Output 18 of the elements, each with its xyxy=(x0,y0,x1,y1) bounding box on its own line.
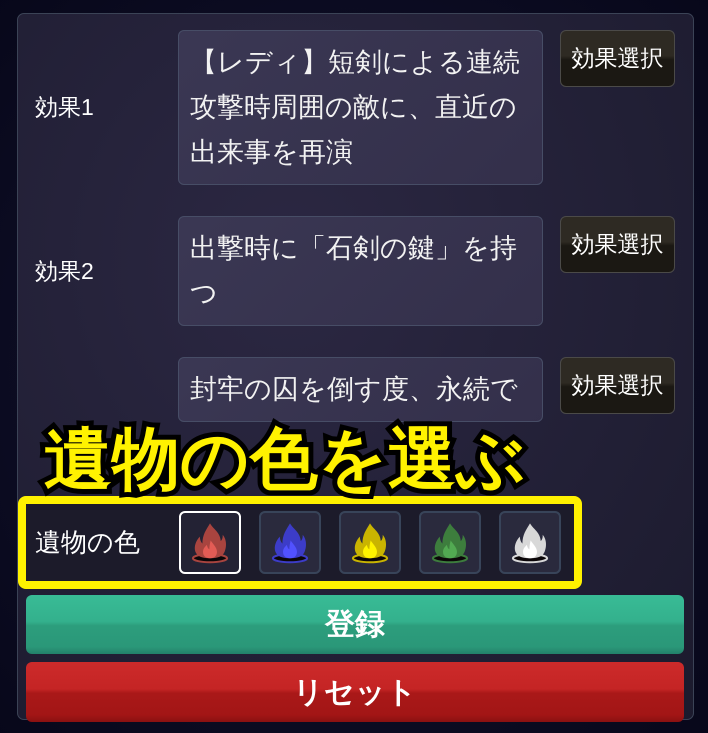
effect-label: 効果2 xyxy=(35,258,94,284)
reset-button[interactable]: リセット xyxy=(26,662,684,722)
effect-text: 【レディ】短剣による連続攻撃時周囲の敵に、直近の出来事を再演 xyxy=(190,47,520,167)
color-option[interactable] xyxy=(339,511,401,574)
caption-text: 遺物の色を選ぶ xyxy=(44,422,526,496)
effect-label: 効果1 xyxy=(35,94,94,120)
effect-text: 封牢の囚を倒す度、永続で xyxy=(190,374,518,404)
effect-text: 出撃時に「石剣の鍵」を持つ xyxy=(190,233,517,308)
effect-select-button[interactable]: 効果選択 xyxy=(560,357,675,414)
color-option[interactable] xyxy=(259,511,321,574)
effect-field[interactable]: 出撃時に「石剣の鍵」を持つ xyxy=(178,216,543,326)
effect-select-button[interactable]: 効果選択 xyxy=(560,216,675,273)
effect-field[interactable]: 【レディ】短剣による連続攻撃時周囲の敵に、直近の出来事を再演 xyxy=(178,30,543,185)
effect-select-button[interactable]: 効果選択 xyxy=(560,30,675,87)
effect-field[interactable]: 封牢の囚を倒す度、永続で xyxy=(178,357,543,422)
color-option[interactable] xyxy=(499,511,561,574)
color-option[interactable] xyxy=(419,511,481,574)
relic-color-label: 遺物の色 xyxy=(35,527,140,557)
